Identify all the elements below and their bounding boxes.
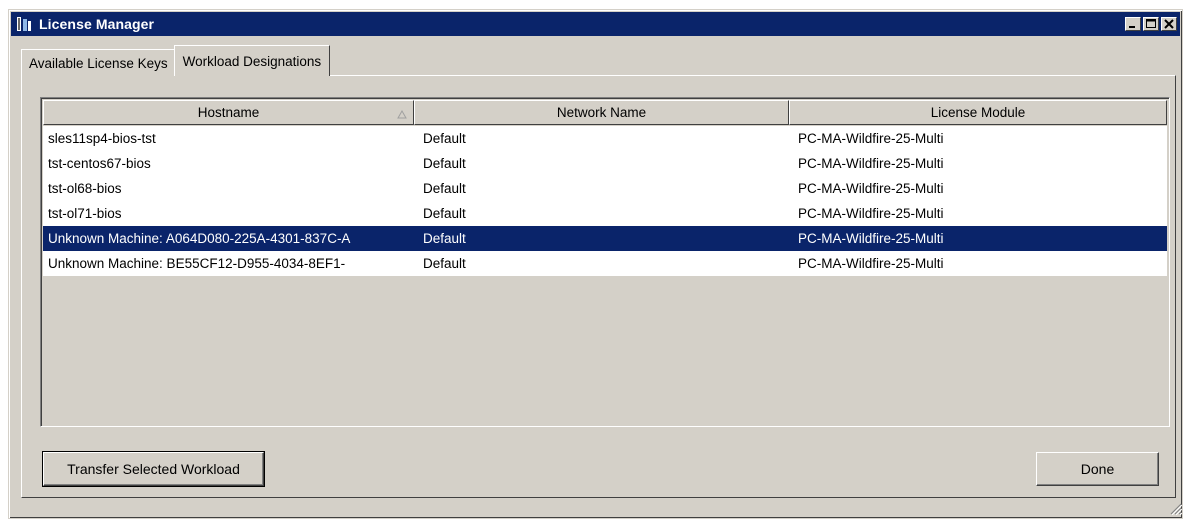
table-row[interactable]: tst-ol68-bios Default PC-MA-Wildfire-25-… <box>43 176 1167 201</box>
column-header-network-name[interactable]: Network Name <box>414 100 789 125</box>
minimize-button[interactable] <box>1125 17 1141 31</box>
license-module-cell: PC-MA-Wildfire-25-Multi <box>798 181 944 196</box>
column-header-label: Network Name <box>556 105 647 120</box>
hostname-cell: Unknown Machine: A064D080-225A-4301-837C… <box>48 231 351 246</box>
table-row[interactable]: tst-ol71-bios Default PC-MA-Wildfire-25-… <box>43 201 1167 226</box>
tab-workload-designations[interactable]: Workload Designations <box>173 45 331 76</box>
hostname-cell: tst-ol68-bios <box>48 181 122 196</box>
network-name-cell: Default <box>423 256 466 271</box>
maximize-icon <box>1146 19 1156 28</box>
list-header: Hostname Network Name License Module <box>43 100 1167 125</box>
tab-strip: Available License Keys Workload Designat… <box>21 45 331 76</box>
title-bar[interactable]: License Manager <box>11 12 1180 36</box>
list-body: sles11sp4-bios-tst Default PC-MA-Wildfir… <box>43 126 1167 276</box>
tab-available-license-keys[interactable]: Available License Keys <box>21 49 176 76</box>
license-module-cell: PC-MA-Wildfire-25-Multi <box>798 131 944 146</box>
hostname-cell: Unknown Machine: BE55CF12-D955-4034-8EF1… <box>48 256 346 271</box>
network-name-cell: Default <box>423 206 466 221</box>
license-module-cell: PC-MA-Wildfire-25-Multi <box>798 231 944 246</box>
network-name-cell: Default <box>423 156 466 171</box>
workload-list[interactable]: Hostname Network Name License Module sle… <box>40 97 1170 427</box>
license-module-cell: PC-MA-Wildfire-25-Multi <box>798 156 944 171</box>
transfer-selected-workload-button[interactable]: Transfer Selected Workload <box>42 451 265 487</box>
network-name-cell: Default <box>423 231 466 246</box>
hostname-cell: tst-centos67-bios <box>48 156 151 171</box>
column-header-label: Hostname <box>197 105 260 120</box>
table-row[interactable]: tst-centos67-bios Default PC-MA-Wildfire… <box>43 151 1167 176</box>
license-module-cell: PC-MA-Wildfire-25-Multi <box>798 206 944 221</box>
column-header-hostname[interactable]: Hostname <box>43 100 414 125</box>
network-name-cell: Default <box>423 181 466 196</box>
sort-ascending-icon <box>397 107 407 122</box>
close-button[interactable] <box>1161 17 1177 31</box>
column-header-label: License Module <box>930 105 1026 120</box>
network-name-cell: Default <box>423 131 466 146</box>
table-row[interactable]: Unknown Machine: BE55CF12-D955-4034-8EF1… <box>43 251 1167 276</box>
maximize-button[interactable] <box>1143 17 1159 31</box>
license-module-cell: PC-MA-Wildfire-25-Multi <box>798 256 944 271</box>
license-manager-app-icon <box>15 15 33 33</box>
hostname-cell: tst-ol71-bios <box>48 206 122 221</box>
table-row-selected[interactable]: Unknown Machine: A064D080-225A-4301-837C… <box>43 226 1167 251</box>
hostname-cell: sles11sp4-bios-tst <box>48 131 156 146</box>
done-button[interactable]: Done <box>1036 452 1159 486</box>
close-icon <box>1164 19 1174 29</box>
minimize-icon <box>1129 26 1135 28</box>
column-header-license-module[interactable]: License Module <box>789 100 1167 125</box>
resize-grip-icon[interactable] <box>1170 503 1183 518</box>
table-row[interactable]: sles11sp4-bios-tst Default PC-MA-Wildfir… <box>43 126 1167 151</box>
window-title: License Manager <box>39 16 155 32</box>
